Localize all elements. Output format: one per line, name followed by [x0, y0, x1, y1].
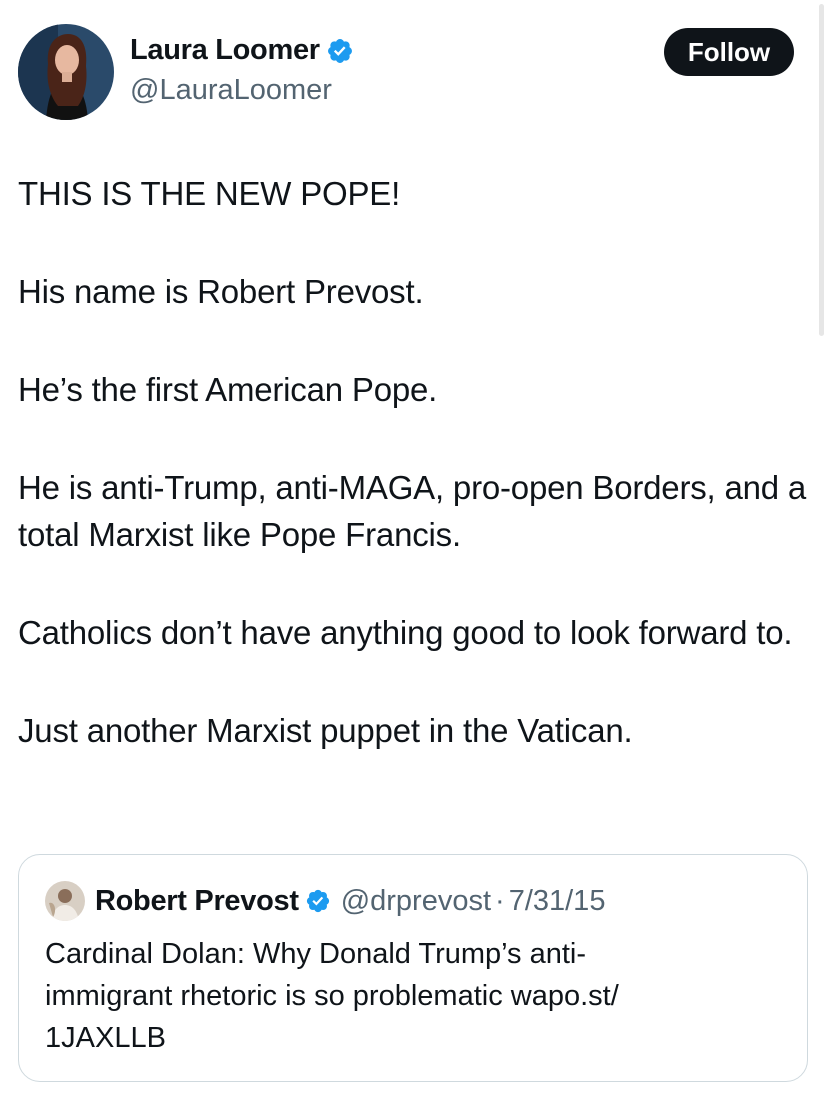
- tweet-paragraph: THIS IS THE NEW POPE!: [18, 175, 401, 212]
- tweet-paragraph: Catholics don’t have anything good to lo…: [18, 614, 793, 651]
- tweet-body: THIS IS THE NEW POPE! His name is Robert…: [18, 170, 808, 805]
- quoted-tweet-header: Robert Prevost @drprevost · 7/31/15: [45, 881, 605, 921]
- quoted-tweet-text: Cardinal Dolan: Why Donald Trump’s anti-…: [45, 933, 685, 1059]
- tweet-paragraph: Just another Marxist puppet in the Vatic…: [18, 712, 633, 749]
- quoted-text-line: immigrant rhetoric is so problematic wap…: [45, 980, 619, 1012]
- tweet-paragraph: He is anti-Trump, anti-MAGA, pro-open Bo…: [18, 469, 807, 553]
- author-name-row: Laura Loomer: [130, 34, 354, 67]
- scrollbar[interactable]: [819, 4, 824, 336]
- quoted-text-line: 1JAXLLB: [45, 1022, 166, 1054]
- author-handle[interactable]: @LauraLoomer: [130, 74, 332, 107]
- author-display-name[interactable]: Laura Loomer: [130, 34, 320, 67]
- author-avatar[interactable]: [18, 24, 114, 120]
- verified-badge-icon: [306, 889, 329, 913]
- verified-badge-icon: [327, 38, 352, 63]
- quoted-author-handle[interactable]: @drprevost: [341, 885, 491, 918]
- dot-separator: ·: [495, 884, 505, 917]
- tweet-paragraph: He’s the first American Pope.: [18, 371, 438, 408]
- quoted-tweet-date[interactable]: 7/31/15: [509, 885, 606, 918]
- tweet-header: Laura Loomer @LauraLoomer Follow: [18, 24, 794, 120]
- tweet-paragraph: His name is Robert Prevost.: [18, 273, 424, 310]
- quoted-author-name[interactable]: Robert Prevost: [95, 885, 299, 918]
- follow-button[interactable]: Follow: [664, 28, 794, 76]
- quoted-author-avatar[interactable]: [45, 881, 85, 921]
- quoted-tweet-card[interactable]: Robert Prevost @drprevost · 7/31/15 Card…: [18, 854, 808, 1082]
- quoted-text-line: Cardinal Dolan: Why Donald Trump’s anti-: [45, 938, 587, 970]
